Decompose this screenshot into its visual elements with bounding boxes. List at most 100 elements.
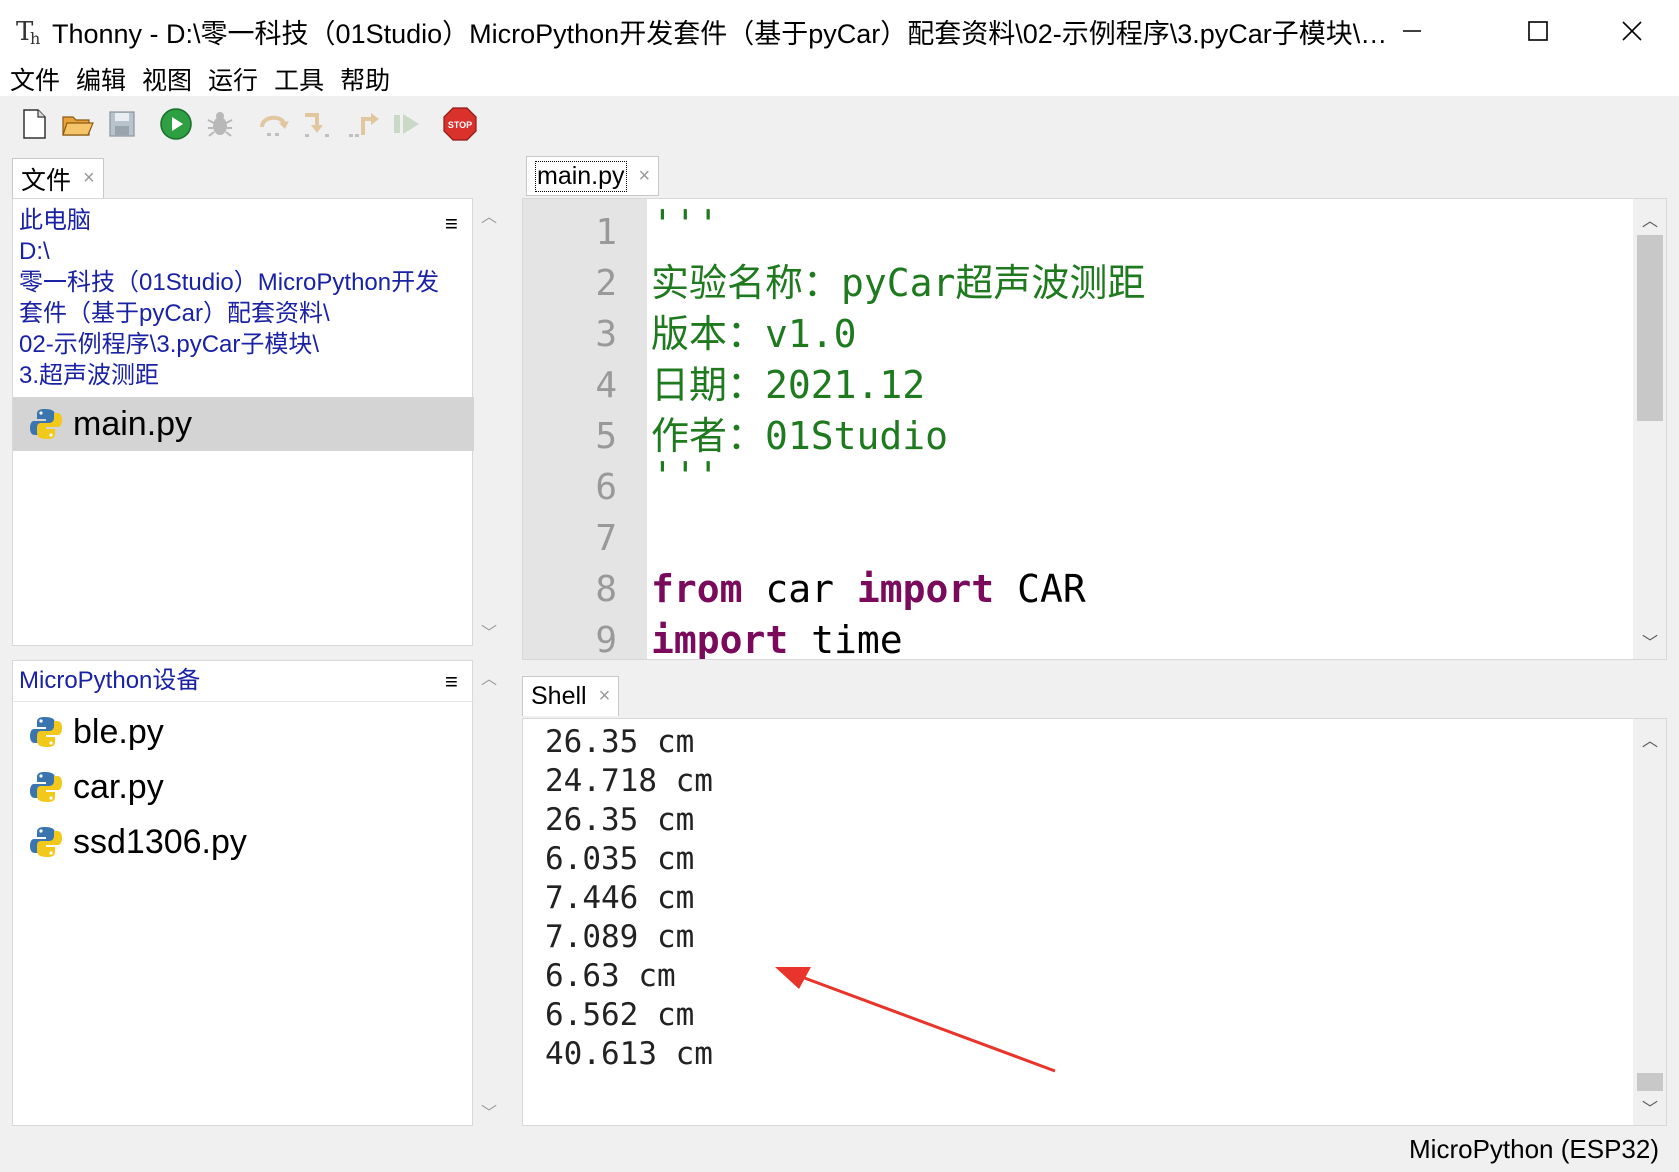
- tab-main-py-close-icon[interactable]: ×: [639, 165, 651, 188]
- path-this-pc[interactable]: 此电脑: [19, 205, 439, 236]
- menu-view[interactable]: 视图: [140, 61, 194, 97]
- new-file-button[interactable]: [16, 106, 52, 142]
- code-token: car: [742, 567, 857, 611]
- thonny-app-icon: T h: [16, 17, 40, 48]
- window-title: Thonny - D:\零一科技（01Studio）MicroPython开发套…: [52, 19, 1402, 49]
- file-row-main[interactable]: main.py: [13, 397, 474, 451]
- menu-edit[interactable]: 编辑: [74, 61, 128, 97]
- menu-run[interactable]: 运行: [206, 61, 260, 97]
- path-breadcrumb: 此电脑 D:\ 零一科技（01Studio）MicroPython开发 套件（基…: [19, 205, 439, 391]
- line-number: 3: [595, 314, 617, 355]
- save-icon: [109, 111, 135, 137]
- editor-scrollbar[interactable]: ︿ ﹀: [1633, 199, 1666, 659]
- code-line: 版本：v1.0: [651, 312, 857, 356]
- step-out-button[interactable]: [346, 106, 382, 142]
- shell-console[interactable]: 26.35 cm 24.718 cm 26.35 cm 6.035 cm 7.4…: [522, 718, 1667, 1126]
- line-number: 9: [595, 620, 617, 660]
- stop-button[interactable]: STOP: [442, 106, 478, 142]
- scrollbar-thumb[interactable]: [1637, 235, 1663, 421]
- line-number: 1: [595, 212, 617, 253]
- shell-scrollbar[interactable]: ︿ ﹀: [1633, 719, 1666, 1125]
- step-out-icon: [349, 113, 379, 137]
- tab-shell-label: Shell: [531, 682, 587, 710]
- scroll-up-icon[interactable]: ︿: [1633, 207, 1666, 231]
- python-file-icon: [30, 772, 62, 802]
- save-button[interactable]: [104, 106, 140, 142]
- run-icon: [160, 108, 192, 140]
- shell-output-line: 24.718 cm: [545, 763, 713, 799]
- debug-button[interactable]: [202, 106, 238, 142]
- path-segment-4[interactable]: 3.超声波测距: [19, 360, 439, 391]
- menu-help[interactable]: 帮助: [338, 61, 392, 97]
- scroll-up-icon[interactable]: ︿: [475, 203, 503, 227]
- interpreter-status[interactable]: MicroPython (ESP32): [1409, 1134, 1659, 1165]
- step-over-icon: [260, 115, 289, 136]
- line-number-gutter: 1 2 3 4 5 6 7 8 9: [523, 199, 647, 660]
- keyword-token: import: [651, 618, 789, 660]
- scroll-down-icon[interactable]: ﹀: [1633, 1095, 1666, 1119]
- files-menu-icon[interactable]: ≡: [445, 211, 458, 237]
- device-file-row[interactable]: car.py: [13, 760, 474, 814]
- menu-file[interactable]: 文件: [8, 61, 62, 97]
- maximize-icon: [1528, 21, 1548, 41]
- code-line: from car import CAR: [651, 564, 1086, 615]
- shell-output-line: 26.35 cm: [545, 802, 695, 838]
- file-name: car.py: [73, 767, 164, 806]
- code-line: ''': [651, 202, 720, 246]
- code-line: ''': [651, 454, 720, 498]
- open-button[interactable]: [60, 106, 96, 142]
- tab-files[interactable]: 文件 ×: [12, 158, 104, 198]
- shell-output-line: 26.35 cm: [545, 724, 695, 760]
- tab-main-py-label: main.py: [535, 160, 627, 192]
- open-folder-icon: [62, 116, 94, 136]
- status-bar: MicroPython (ESP32): [0, 1126, 1679, 1172]
- keyword-token: import: [856, 567, 995, 611]
- scroll-down-icon[interactable]: ﹀: [1633, 629, 1666, 653]
- line-number: 8: [595, 569, 617, 610]
- device-title[interactable]: MicroPython设备: [19, 665, 200, 696]
- path-drive[interactable]: D:\: [19, 236, 439, 267]
- tab-shell[interactable]: Shell ×: [522, 676, 620, 716]
- step-over-button[interactable]: [256, 106, 292, 142]
- device-scrollbar[interactable]: ︿ ﹀: [475, 661, 503, 1127]
- resume-button[interactable]: [390, 106, 426, 142]
- scrollbar-thumb[interactable]: [1637, 1073, 1663, 1091]
- scroll-up-icon[interactable]: ︿: [475, 665, 503, 689]
- path-segment-3[interactable]: 02-示例程序\3.pyCar子模块\: [19, 329, 439, 360]
- scroll-down-icon[interactable]: ﹀: [475, 1099, 503, 1123]
- shell-output-line: 7.446 cm: [545, 880, 695, 916]
- menu-bar: 文件 编辑 视图 运行 工具 帮助: [0, 62, 1679, 96]
- maximize-button[interactable]: [1496, 0, 1580, 62]
- tab-files-label: 文件: [21, 166, 72, 195]
- minimize-button[interactable]: [1370, 0, 1454, 62]
- python-file-icon: [30, 409, 62, 439]
- device-file-row[interactable]: ble.py: [13, 705, 474, 759]
- resume-icon: [394, 114, 419, 134]
- path-segment-2[interactable]: 套件（基于pyCar）配套资料\: [19, 298, 439, 329]
- close-button[interactable]: [1590, 0, 1674, 62]
- code-token: time: [788, 618, 903, 660]
- toolbar: [0, 96, 1679, 158]
- path-segment-1[interactable]: 零一科技（01Studio）MicroPython开发: [19, 267, 439, 298]
- device-menu-icon[interactable]: ≡: [445, 669, 458, 695]
- stop-label: STOP: [448, 120, 472, 130]
- scroll-down-icon[interactable]: ﹀: [475, 619, 503, 643]
- device-file-row[interactable]: ssd1306.py: [13, 815, 474, 869]
- keyword-token: from: [651, 567, 743, 611]
- shell-output-line: 40.613 cm: [545, 1036, 713, 1072]
- line-number: 4: [595, 365, 617, 406]
- tab-shell-close-icon[interactable]: ×: [599, 685, 611, 708]
- scroll-up-icon[interactable]: ︿: [1633, 727, 1666, 751]
- step-into-button[interactable]: [300, 106, 336, 142]
- menu-tools[interactable]: 工具: [272, 61, 326, 97]
- code-editor[interactable]: 1 2 3 4 5 6 7 8 9 ''' 实验名称：pyCar超声波测距 版本…: [522, 198, 1667, 660]
- run-button[interactable]: [158, 106, 194, 142]
- device-panel: MicroPython设备 ≡ ︿ ﹀ ble.py car.py ssd130…: [12, 660, 503, 1127]
- tab-files-close-icon[interactable]: ×: [83, 167, 95, 190]
- shell-output-line: 6.035 cm: [545, 841, 695, 877]
- code-token: CAR: [994, 567, 1086, 611]
- tab-main-py[interactable]: main.py ×: [526, 156, 660, 196]
- line-number: 6: [595, 467, 617, 508]
- debug-icon: [207, 112, 233, 137]
- files-scrollbar[interactable]: ︿ ﹀: [475, 199, 503, 647]
